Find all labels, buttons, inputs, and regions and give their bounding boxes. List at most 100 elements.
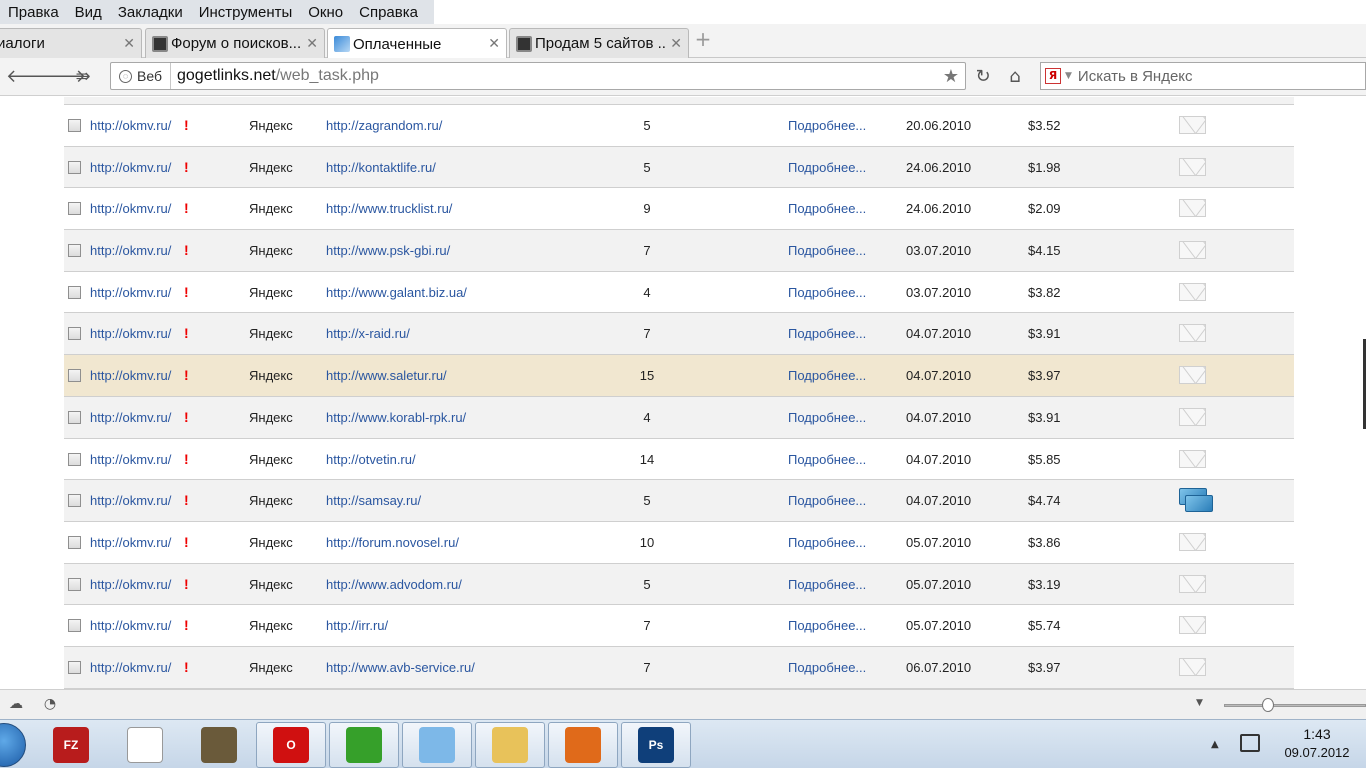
envelope-icon[interactable] <box>1179 407 1206 426</box>
site-link[interactable]: http://okmv.ru/ <box>90 355 171 396</box>
row-checkbox[interactable] <box>68 244 81 258</box>
site-link[interactable]: http://okmv.ru/ <box>90 605 171 646</box>
tab-dialogs[interactable]: иалоги ✕ <box>0 28 142 58</box>
tab-forum[interactable]: Форум о поисков... ✕ <box>145 28 325 58</box>
row-checkbox[interactable] <box>68 660 81 674</box>
target-link[interactable]: http://www.trucklist.ru/ <box>326 188 452 229</box>
system-clock[interactable]: 1:43 09.07.2012 <box>1272 724 1362 762</box>
envelope-icon[interactable] <box>1179 449 1206 468</box>
site-link[interactable]: http://okmv.ru/ <box>90 313 171 354</box>
details-link[interactable]: Подробнее... <box>788 647 866 688</box>
details-link[interactable]: Подробнее... <box>788 522 866 563</box>
tab-sell-sites[interactable]: Продам 5 сайтов ... ✕ <box>509 28 689 58</box>
details-link[interactable]: Подробнее... <box>788 105 866 146</box>
chevron-down-icon[interactable]: ▼ <box>1196 698 1203 708</box>
taskbar-app[interactable]: Ps <box>621 722 691 768</box>
site-link[interactable]: http://okmv.ru/ <box>90 397 171 438</box>
windows-start-icon[interactable] <box>0 723 26 767</box>
details-link[interactable]: Подробнее... <box>788 272 866 313</box>
envelope-icon[interactable] <box>1179 241 1206 260</box>
target-link[interactable]: http://www.advodom.ru/ <box>326 564 462 605</box>
target-link[interactable]: http://kontaktlife.ru/ <box>326 147 436 188</box>
zoom-slider-knob[interactable] <box>1262 698 1274 712</box>
envelope-icon[interactable] <box>1179 574 1206 593</box>
details-link[interactable]: Подробнее... <box>788 397 866 438</box>
site-link[interactable]: http://okmv.ru/ <box>90 105 171 146</box>
target-link[interactable]: http://x-raid.ru/ <box>326 313 410 354</box>
taskbar-app[interactable] <box>402 722 472 768</box>
new-tab-plus-icon[interactable]: + <box>694 29 712 49</box>
details-link[interactable]: Подробнее... <box>788 480 866 521</box>
taskbar-app[interactable]: O <box>256 722 326 768</box>
cloud-icon[interactable]: ☁ <box>8 697 24 711</box>
site-link[interactable]: http://okmv.ru/ <box>90 480 171 521</box>
row-checkbox[interactable] <box>68 494 81 508</box>
fast-forward-icon[interactable]: ⇛ <box>72 66 94 88</box>
target-link[interactable]: http://zagrandom.ru/ <box>326 105 442 146</box>
details-link[interactable]: Подробнее... <box>788 355 866 396</box>
envelope-icon[interactable] <box>1179 324 1206 343</box>
row-checkbox[interactable] <box>68 452 81 466</box>
details-link[interactable]: Подробнее... <box>788 564 866 605</box>
details-link[interactable]: Подробнее... <box>788 230 866 271</box>
site-link[interactable]: http://okmv.ru/ <box>90 188 171 229</box>
target-link[interactable]: http://www.avb-service.ru/ <box>326 647 475 688</box>
taskbar-app[interactable] <box>548 722 618 768</box>
site-link[interactable]: http://okmv.ru/ <box>90 272 171 313</box>
target-link[interactable]: http://otvetin.ru/ <box>326 439 416 480</box>
envelope-icon[interactable] <box>1179 116 1206 134</box>
menu-item[interactable]: Правка <box>0 4 67 21</box>
taskbar-app[interactable] <box>475 722 545 768</box>
address-bar[interactable]: ◌ Веб gogetlinks.net/web_task.php ★ <box>110 62 966 90</box>
row-checkbox[interactable] <box>68 119 81 132</box>
target-link[interactable]: http://www.psk-gbi.ru/ <box>326 230 450 271</box>
row-checkbox[interactable] <box>68 535 81 549</box>
target-link[interactable]: http://www.korabl-rpk.ru/ <box>326 397 466 438</box>
row-checkbox[interactable] <box>68 410 81 424</box>
site-link[interactable]: http://okmv.ru/ <box>90 147 171 188</box>
site-link[interactable]: http://okmv.ru/ <box>90 230 171 271</box>
site-link[interactable]: http://okmv.ru/ <box>90 647 171 688</box>
site-link[interactable]: http://okmv.ru/ <box>90 564 171 605</box>
taskbar-app[interactable] <box>110 722 180 768</box>
close-icon[interactable]: ✕ <box>306 36 318 52</box>
taskbar-app[interactable] <box>329 722 399 768</box>
row-checkbox[interactable] <box>68 285 81 299</box>
menu-item[interactable]: Инструменты <box>191 4 301 21</box>
back-arrow-icon[interactable]: 🡐 <box>6 66 54 88</box>
site-link[interactable]: http://okmv.ru/ <box>90 522 171 563</box>
row-checkbox[interactable] <box>68 619 81 633</box>
target-link[interactable]: http://forum.novosel.ru/ <box>326 522 459 563</box>
network-icon[interactable] <box>1240 734 1260 752</box>
details-link[interactable]: Подробнее... <box>788 147 866 188</box>
envelope-icon[interactable] <box>1179 157 1206 176</box>
speed-dial-icon[interactable]: ◔ <box>42 697 58 711</box>
menu-item[interactable]: Справка <box>351 4 426 21</box>
details-link[interactable]: Подробнее... <box>788 605 866 646</box>
envelope-icon[interactable] <box>1179 616 1206 635</box>
web-mode-badge[interactable]: ◌ Веб <box>111 63 171 89</box>
details-link[interactable]: Подробнее... <box>788 439 866 480</box>
forward-arrow-icon[interactable]: 🡒 <box>38 66 86 88</box>
target-link[interactable]: http://www.galant.biz.ua/ <box>326 272 467 313</box>
tray-expand-icon[interactable]: ▲ <box>1211 739 1219 750</box>
taskbar-app[interactable]: FZ <box>36 722 106 768</box>
tab-paid[interactable]: Оплаченные ✕ <box>327 28 507 59</box>
envelope-icon[interactable] <box>1179 366 1206 385</box>
taskbar-app[interactable] <box>184 722 254 768</box>
row-checkbox[interactable] <box>68 577 81 591</box>
row-checkbox[interactable] <box>68 202 81 216</box>
close-icon[interactable]: ✕ <box>488 36 500 52</box>
target-link[interactable]: http://irr.ru/ <box>326 605 388 646</box>
bookmark-star-icon[interactable]: ★ <box>943 66 959 87</box>
chevron-down-icon[interactable]: ▼ <box>1065 71 1072 81</box>
vertical-scrollbar[interactable] <box>1352 97 1366 689</box>
row-checkbox[interactable] <box>68 160 81 174</box>
search-box[interactable]: Я ▼ Искать в Яндекс <box>1040 62 1366 90</box>
close-icon[interactable]: ✕ <box>670 36 682 52</box>
url-text[interactable]: gogetlinks.net/web_task.php <box>171 67 379 85</box>
new-message-icon[interactable] <box>1179 488 1213 513</box>
envelope-icon[interactable] <box>1179 282 1206 301</box>
row-checkbox[interactable] <box>68 327 81 341</box>
menu-item[interactable]: Окно <box>300 4 351 21</box>
